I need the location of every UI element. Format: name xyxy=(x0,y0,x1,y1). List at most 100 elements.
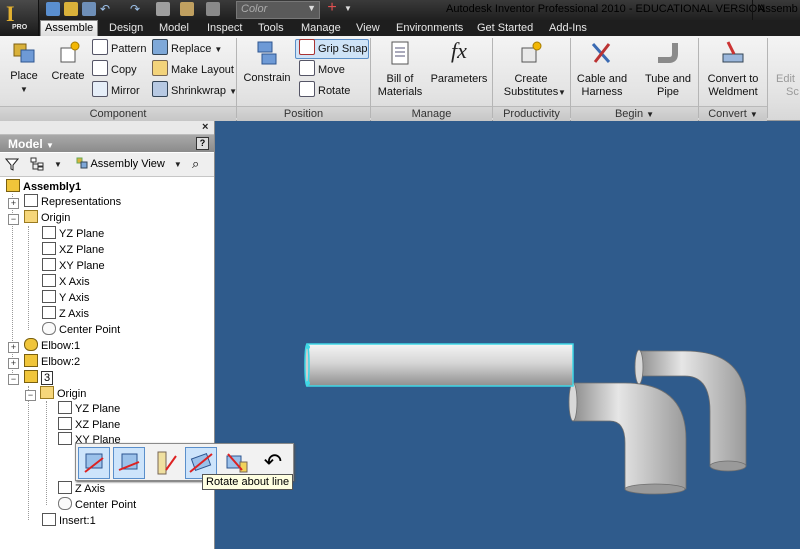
document-title: Assemb xyxy=(758,3,798,15)
collapse-icon[interactable]: − xyxy=(25,390,36,401)
convert-to-weldment-button[interactable]: Convert to Weldment xyxy=(702,40,764,100)
constrain-label: Constrain xyxy=(243,72,291,84)
pipe-component-3[interactable] xyxy=(304,343,574,387)
tab-model[interactable]: Model xyxy=(155,20,193,36)
create-substitutes-button[interactable]: Create Substitutes ▼ xyxy=(498,40,566,100)
cable-and-harness-button[interactable]: Cable and Harness xyxy=(574,40,630,100)
panel-separator xyxy=(767,38,768,118)
pattern-label: Pattern xyxy=(111,43,147,55)
collapse-icon[interactable]: − xyxy=(8,374,19,385)
rotate-about-edge-button[interactable] xyxy=(149,447,181,479)
tab-manage[interactable]: Manage xyxy=(297,20,345,36)
collapse-icon[interactable]: − xyxy=(8,214,19,225)
update-icon[interactable] xyxy=(180,2,194,16)
save-icon[interactable] xyxy=(82,2,96,16)
tube-and-pipe-button[interactable]: Tube and Pipe xyxy=(640,40,696,100)
tree-label-editing[interactable]: 3 xyxy=(41,371,54,385)
tree-node-y-axis[interactable]: Y Axis xyxy=(42,290,89,306)
pattern-button[interactable]: Pattern xyxy=(92,39,146,57)
tab-inspect[interactable]: Inspect xyxy=(203,20,246,36)
fx-icon: fx xyxy=(451,38,467,63)
color-dropdown[interactable]: Color ▼ xyxy=(236,1,320,19)
select-icon[interactable] xyxy=(206,2,220,16)
tree-node-elbow-2[interactable]: Elbow:2 xyxy=(24,354,80,370)
graphics-viewport[interactable] xyxy=(215,121,800,549)
make-layout-button[interactable]: Make Layout xyxy=(152,60,234,78)
tree-node-x-axis[interactable]: X Axis xyxy=(42,274,90,290)
tree-label: XZ Plane xyxy=(75,419,121,431)
tab-tools[interactable]: Tools xyxy=(254,20,288,36)
replace-icon xyxy=(152,39,168,55)
tree-node-origin[interactable]: Origin xyxy=(24,210,70,226)
tree-node-yz-plane-3[interactable]: YZ Plane xyxy=(58,401,120,417)
expand-icon[interactable]: + xyxy=(8,342,19,353)
help-icon[interactable]: ? xyxy=(196,137,209,150)
find-binoculars-icon[interactable]: ⌕ xyxy=(192,156,199,172)
chevron-down-icon: ▼ xyxy=(646,110,655,119)
panel-label-convert[interactable]: Convert ▼ xyxy=(699,106,767,121)
tree-node-xz-plane-3[interactable]: XZ Plane xyxy=(58,417,120,433)
chevron-down-icon[interactable]: ▼ xyxy=(54,160,62,169)
free-rotate-button[interactable] xyxy=(78,447,110,479)
application-menu-button[interactable]: I PRO xyxy=(0,0,39,36)
tab-assemble[interactable]: Assemble xyxy=(40,20,99,37)
selection-point xyxy=(306,381,310,385)
filter-icon[interactable] xyxy=(5,157,19,171)
expand-icon[interactable]: + xyxy=(8,198,19,209)
tree-node-elbow-1[interactable]: Elbow:1 xyxy=(24,338,80,354)
shrinkwrap-button[interactable]: Shrinkwrap ▼ xyxy=(152,81,237,99)
tab-get-started[interactable]: Get Started xyxy=(473,20,537,36)
part-icon xyxy=(24,370,38,383)
parameters-button[interactable]: fx Parameters xyxy=(430,38,488,94)
tree-line xyxy=(28,386,29,520)
redo-icon[interactable]: ↷ xyxy=(130,2,140,16)
tab-add-ins[interactable]: Add-Ins xyxy=(545,20,591,36)
tree-node-z-axis-3[interactable]: Z Axis xyxy=(58,481,105,497)
tree-node-z-axis[interactable]: Z Axis xyxy=(42,306,89,322)
tree-node-insert-1[interactable]: Insert:1 xyxy=(42,513,96,529)
rotate-about-axis-button[interactable] xyxy=(113,447,145,479)
move-button[interactable]: Move xyxy=(299,60,345,78)
new-file-icon[interactable] xyxy=(46,2,60,16)
constrain-button[interactable]: Constrain xyxy=(242,40,292,94)
return-icon[interactable] xyxy=(156,2,170,16)
bill-of-materials-button[interactable]: Bill of Materials xyxy=(374,40,426,100)
crosshair-icon[interactable]: + xyxy=(324,0,340,17)
tree-node-component-3[interactable]: 3 xyxy=(24,370,54,386)
place-button[interactable]: Place ▼ xyxy=(4,40,44,94)
plane-icon xyxy=(42,226,56,239)
create-substitutes-icon xyxy=(521,41,542,63)
expand-icon[interactable]: + xyxy=(8,358,19,369)
tree-node-xy-plane[interactable]: XY Plane xyxy=(42,258,105,274)
hierarchy-icon[interactable] xyxy=(30,157,44,171)
tree-node-center-point-3[interactable]: Center Point xyxy=(58,497,136,513)
mirror-button[interactable]: Mirror xyxy=(92,81,140,99)
copy-button[interactable]: Copy xyxy=(92,60,137,78)
tab-design[interactable]: Design xyxy=(105,20,147,36)
elbow-1[interactable] xyxy=(568,382,687,495)
rotate-button[interactable]: Rotate xyxy=(299,81,350,99)
tree-node-xz-plane[interactable]: XZ Plane xyxy=(42,242,104,258)
open-folder-icon[interactable] xyxy=(64,2,78,16)
browser-header[interactable]: Model ▼ xyxy=(0,135,214,152)
tree-node-center-point[interactable]: Center Point xyxy=(42,322,120,338)
tree-node-origin-3[interactable]: Origin xyxy=(40,386,86,402)
replace-button[interactable]: Replace ▼ xyxy=(152,39,222,57)
edit-button-partial[interactable]: Edit Sc xyxy=(772,40,800,100)
assembly-view-dropdown[interactable]: Assembly View ▼ xyxy=(76,156,188,173)
undo-icon[interactable]: ↶ xyxy=(100,2,110,16)
tree-label: YZ Plane xyxy=(59,228,105,240)
undo-arrow-icon: ↶ xyxy=(263,449,283,474)
tree-node-assembly1[interactable]: Assembly1 xyxy=(6,179,81,195)
tree-node-representations[interactable]: Representations xyxy=(24,194,121,210)
tree-node-yz-plane[interactable]: YZ Plane xyxy=(42,226,104,242)
tab-environments[interactable]: Environments xyxy=(392,20,467,36)
close-icon[interactable]: × xyxy=(202,121,208,133)
create-component-button[interactable]: Create xyxy=(48,40,88,94)
customize-arrow-icon[interactable]: ▼ xyxy=(344,4,352,13)
panel-label-begin[interactable]: Begin ▼ xyxy=(571,106,698,121)
browser-grip[interactable] xyxy=(0,121,214,135)
substitutes-label-line2: Substitutes xyxy=(503,86,559,98)
tab-view[interactable]: View xyxy=(352,20,384,36)
grip-snap-content: Grip Snap xyxy=(299,39,368,57)
